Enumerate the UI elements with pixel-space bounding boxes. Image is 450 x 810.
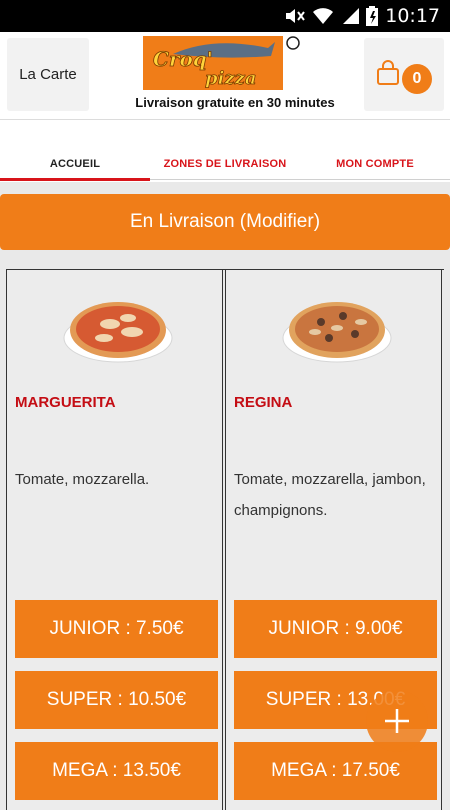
price-button-super[interactable]: SUPER : 10.50€ [15,671,218,729]
tab-mon-compte[interactable]: MON COMPTE [300,158,450,170]
clock: 10:17 [385,5,440,27]
price-button-mega[interactable]: MEGA : 17.50€ [234,742,437,800]
svg-text:Croq': Croq' [153,47,213,71]
mute-icon [286,9,305,23]
app-header: La Carte Croq' pizza Livraison gratuite … [0,32,450,120]
wifi-icon [313,8,333,24]
pizza-image [282,302,392,363]
signal-icon [343,8,359,24]
pizza-image [63,302,173,363]
product-card-marguerita: MARGUERITA Tomate, mozzarella. JUNIOR : … [6,270,223,810]
tagline: Livraison gratuite en 30 minutes [135,95,335,110]
plus-icon [385,709,409,733]
svg-text:pizza: pizza [205,68,257,89]
price-button-junior[interactable]: JUNIOR : 7.50€ [15,600,218,658]
cart-count-badge: 0 [402,64,432,94]
price-button-mega[interactable]: MEGA : 13.50€ [15,742,218,800]
product-description: Tomate, mozzarella, jambon, champignons. [234,471,426,519]
tab-accueil[interactable]: ACCUEIL [0,158,150,170]
menu-button[interactable]: La Carte [7,38,89,111]
price-button-junior[interactable]: JUNIOR : 9.00€ [234,600,437,658]
tab-zones-de-livraison[interactable]: ZONES DE LIVRAISON [150,158,300,170]
cart-button[interactable]: 0 [364,38,444,111]
product-name: MARGUERITA [15,394,116,411]
product-description: Tomate, mozzarella. [15,471,150,488]
product-name: REGINA [234,394,293,411]
croq-pizza-logo: Croq' pizza [143,36,300,90]
add-fab-button[interactable] [366,690,428,752]
shopping-bag-icon [377,60,399,85]
tab-bar: ACCUEIL ZONES DE LIVRAISON MON COMPTE [0,120,450,182]
delivery-mode-button[interactable]: En Livraison (Modifier) [0,194,450,250]
status-bar: 10:17 [0,0,450,32]
active-tab-indicator [0,178,150,181]
battery-icon [366,6,378,26]
